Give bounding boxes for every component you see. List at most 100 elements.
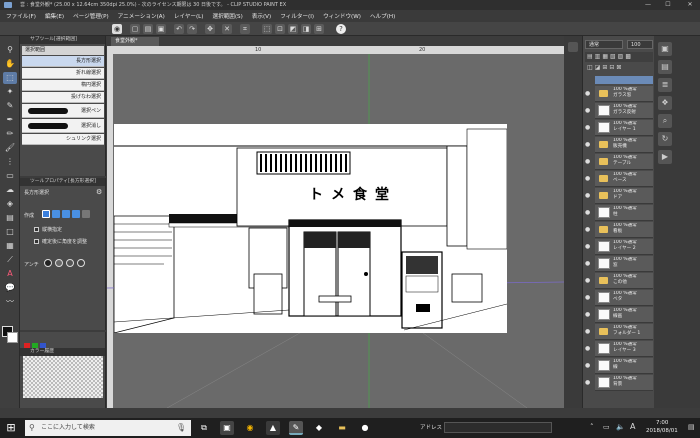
select-all-icon[interactable]: ⬚ [262, 24, 272, 34]
layer-toolbar-icons[interactable]: ▤▥▦▧▨▩ [587, 53, 633, 60]
sub-view-icon[interactable]: ▤ [658, 60, 672, 74]
mode-add-selection-icon[interactable] [52, 210, 60, 218]
text-tool-icon[interactable]: A [3, 268, 17, 280]
menu-help[interactable]: ヘルプ(H) [370, 12, 395, 20]
layer-visibility-icon[interactable]: ● [585, 192, 593, 199]
history-icon[interactable]: ↻ [658, 132, 672, 146]
layer-toolbar-icons-2[interactable]: ◫◪⊞⊟⊠ [587, 64, 623, 71]
layer-row[interactable]: 100 %通常窓 [595, 256, 653, 272]
redo-icon[interactable]: ↷ [187, 24, 197, 34]
tray-chevron-icon[interactable]: ˄ [590, 423, 594, 431]
layer-visibility-icon[interactable]: ● [585, 379, 593, 386]
layer-row[interactable]: 100 %通常線 [595, 358, 653, 374]
layer-row[interactable]: 100 %通常 レイヤー 1 [595, 120, 653, 136]
layer-visibility-icon[interactable]: ● [585, 90, 593, 97]
layer-visibility-icon[interactable]: ● [585, 362, 593, 369]
folder-icon[interactable]: ▬ [335, 421, 349, 435]
document-tab[interactable]: 食堂外観* [111, 37, 159, 46]
color-swatch-blue[interactable] [40, 343, 46, 348]
menu-file[interactable]: ファイル(F) [6, 12, 36, 20]
new-file-icon[interactable]: ▢ [130, 24, 140, 34]
clock-date[interactable]: 2018/08/01 [646, 428, 678, 434]
subtool-item[interactable]: 投げなわ選択 [22, 92, 104, 103]
windows-start-icon[interactable]: ⊞ [4, 421, 18, 435]
subtool-item[interactable]: 長方形選択 [22, 56, 104, 67]
layer-folder-row[interactable]: 100 %通常 ガラス窓 [595, 86, 653, 102]
sub-color-swatch[interactable] [7, 332, 18, 343]
app-icon-2[interactable]: ◆ [312, 421, 326, 435]
snap-icon[interactable]: ⊞ [314, 24, 324, 34]
material-icon[interactable]: ❖ [658, 96, 672, 110]
layer-blend-mode[interactable]: 通常 [585, 40, 623, 49]
volume-icon[interactable]: 🔈 [616, 423, 625, 431]
wrench-icon[interactable]: ⚙ [96, 188, 102, 196]
layer-visibility-icon[interactable]: ● [585, 243, 593, 250]
layer-visibility-icon[interactable]: ● [585, 226, 593, 233]
layer-visibility-icon[interactable]: ● [585, 294, 593, 301]
subtool-item[interactable]: シュリンク選択 [22, 134, 104, 145]
layer-folder-row[interactable]: 100 %通常 ドア [595, 188, 653, 204]
layer-folder-row[interactable]: 100 %通常 テーブル [595, 154, 653, 170]
ruler-tool-icon[interactable]: ⟋ [3, 254, 17, 266]
clip-studio-icon[interactable]: ◉ [112, 24, 122, 34]
navigator-icon[interactable]: ▣ [658, 42, 672, 56]
mode-new-selection-icon[interactable] [42, 210, 50, 218]
menu-selection[interactable]: 選択範囲(S) [213, 12, 243, 20]
menu-window[interactable]: ウィンドウ(W) [323, 12, 361, 20]
layer-row[interactable]: 100 %通常 ベタ [595, 290, 653, 306]
layer-visibility-icon[interactable]: ● [585, 107, 593, 114]
layer-visibility-icon[interactable]: ● [585, 328, 593, 335]
layer-row[interactable]: 100 %通常 レイヤー 2 [595, 239, 653, 255]
pen-tool-icon[interactable]: ✒ [3, 114, 17, 126]
app-icon-3[interactable]: ● [358, 421, 372, 435]
ime-indicator[interactable]: A [630, 422, 635, 431]
subtool-item[interactable]: 楕円選択 [22, 80, 104, 91]
layer-row[interactable]: 100 %通常 レイヤー 3 [595, 341, 653, 357]
maximize-button[interactable]: ☐ [660, 0, 676, 10]
gradient-tool-icon[interactable]: ▤ [3, 212, 17, 224]
network-icon[interactable]: ▭ [603, 423, 610, 431]
layer-visibility-icon[interactable]: ● [585, 311, 593, 318]
show-selection-icon[interactable]: ◨ [301, 24, 311, 34]
selection-tool-icon[interactable]: ⬚ [3, 72, 17, 84]
taskbar-search-input[interactable]: ここに入力して検索 [25, 420, 191, 436]
airbrush-tool-icon[interactable]: ⋮ [3, 156, 17, 168]
fill-icon[interactable]: ⌗ [240, 24, 250, 34]
layer-visibility-icon[interactable]: ● [585, 124, 593, 131]
photos-icon[interactable]: ▲ [266, 421, 280, 435]
layer-folder-row[interactable]: 100 %通常 ベース [595, 171, 653, 187]
layer-visibility-icon[interactable]: ● [585, 141, 593, 148]
subtool-group-tab[interactable]: 選択範囲 [22, 46, 104, 55]
layer-row[interactable]: 100 %通常 ガラス反射 [595, 103, 653, 119]
correct-line-tool-icon[interactable]: 〰 [3, 296, 17, 308]
layer-folder-row[interactable]: 100 %通常 看板 [595, 222, 653, 238]
close-button[interactable]: ✕ [682, 0, 698, 10]
layer-row[interactable]: 100 %通常柱 [595, 205, 653, 221]
layer-visibility-icon[interactable]: ● [585, 175, 593, 182]
layer-visibility-icon[interactable]: ● [585, 277, 593, 284]
task-view-icon[interactable]: ⧉ [197, 421, 211, 435]
aa-none-option[interactable] [44, 259, 52, 267]
search-layer-icon[interactable]: ⌕ [658, 114, 672, 128]
aa-medium-option[interactable] [66, 259, 74, 267]
open-icon[interactable]: ▤ [143, 24, 153, 34]
blend-tool-icon[interactable]: ☁ [3, 184, 17, 196]
minimize-button[interactable]: — [640, 0, 656, 10]
color-swatch-red[interactable] [24, 343, 30, 348]
deselect-icon[interactable]: ⊡ [275, 24, 285, 34]
brush-tool-icon[interactable]: 🖌 [3, 142, 17, 154]
layer-row[interactable]: 100 %通常 背景 [595, 375, 653, 391]
menu-edit[interactable]: 編集(E) [45, 12, 64, 20]
invert-icon[interactable]: ◩ [288, 24, 298, 34]
mode-intersect-selection-icon[interactable] [72, 210, 80, 218]
balloon-tool-icon[interactable]: 💬 [3, 282, 17, 294]
notification-icon[interactable]: ▤ [688, 423, 695, 431]
layer-visibility-icon[interactable]: ● [585, 209, 593, 216]
figure-tool-icon[interactable]: □ [3, 226, 17, 238]
menu-animation[interactable]: アニメーション(A) [118, 12, 165, 20]
menu-view[interactable]: 表示(V) [252, 12, 271, 20]
layer-folder-row[interactable]: 100 %通常 フォルダー 1 [595, 324, 653, 340]
transform-icon[interactable]: ✥ [205, 24, 215, 34]
undo-icon[interactable]: ↶ [174, 24, 184, 34]
layer-opacity[interactable]: 100 [627, 40, 653, 49]
